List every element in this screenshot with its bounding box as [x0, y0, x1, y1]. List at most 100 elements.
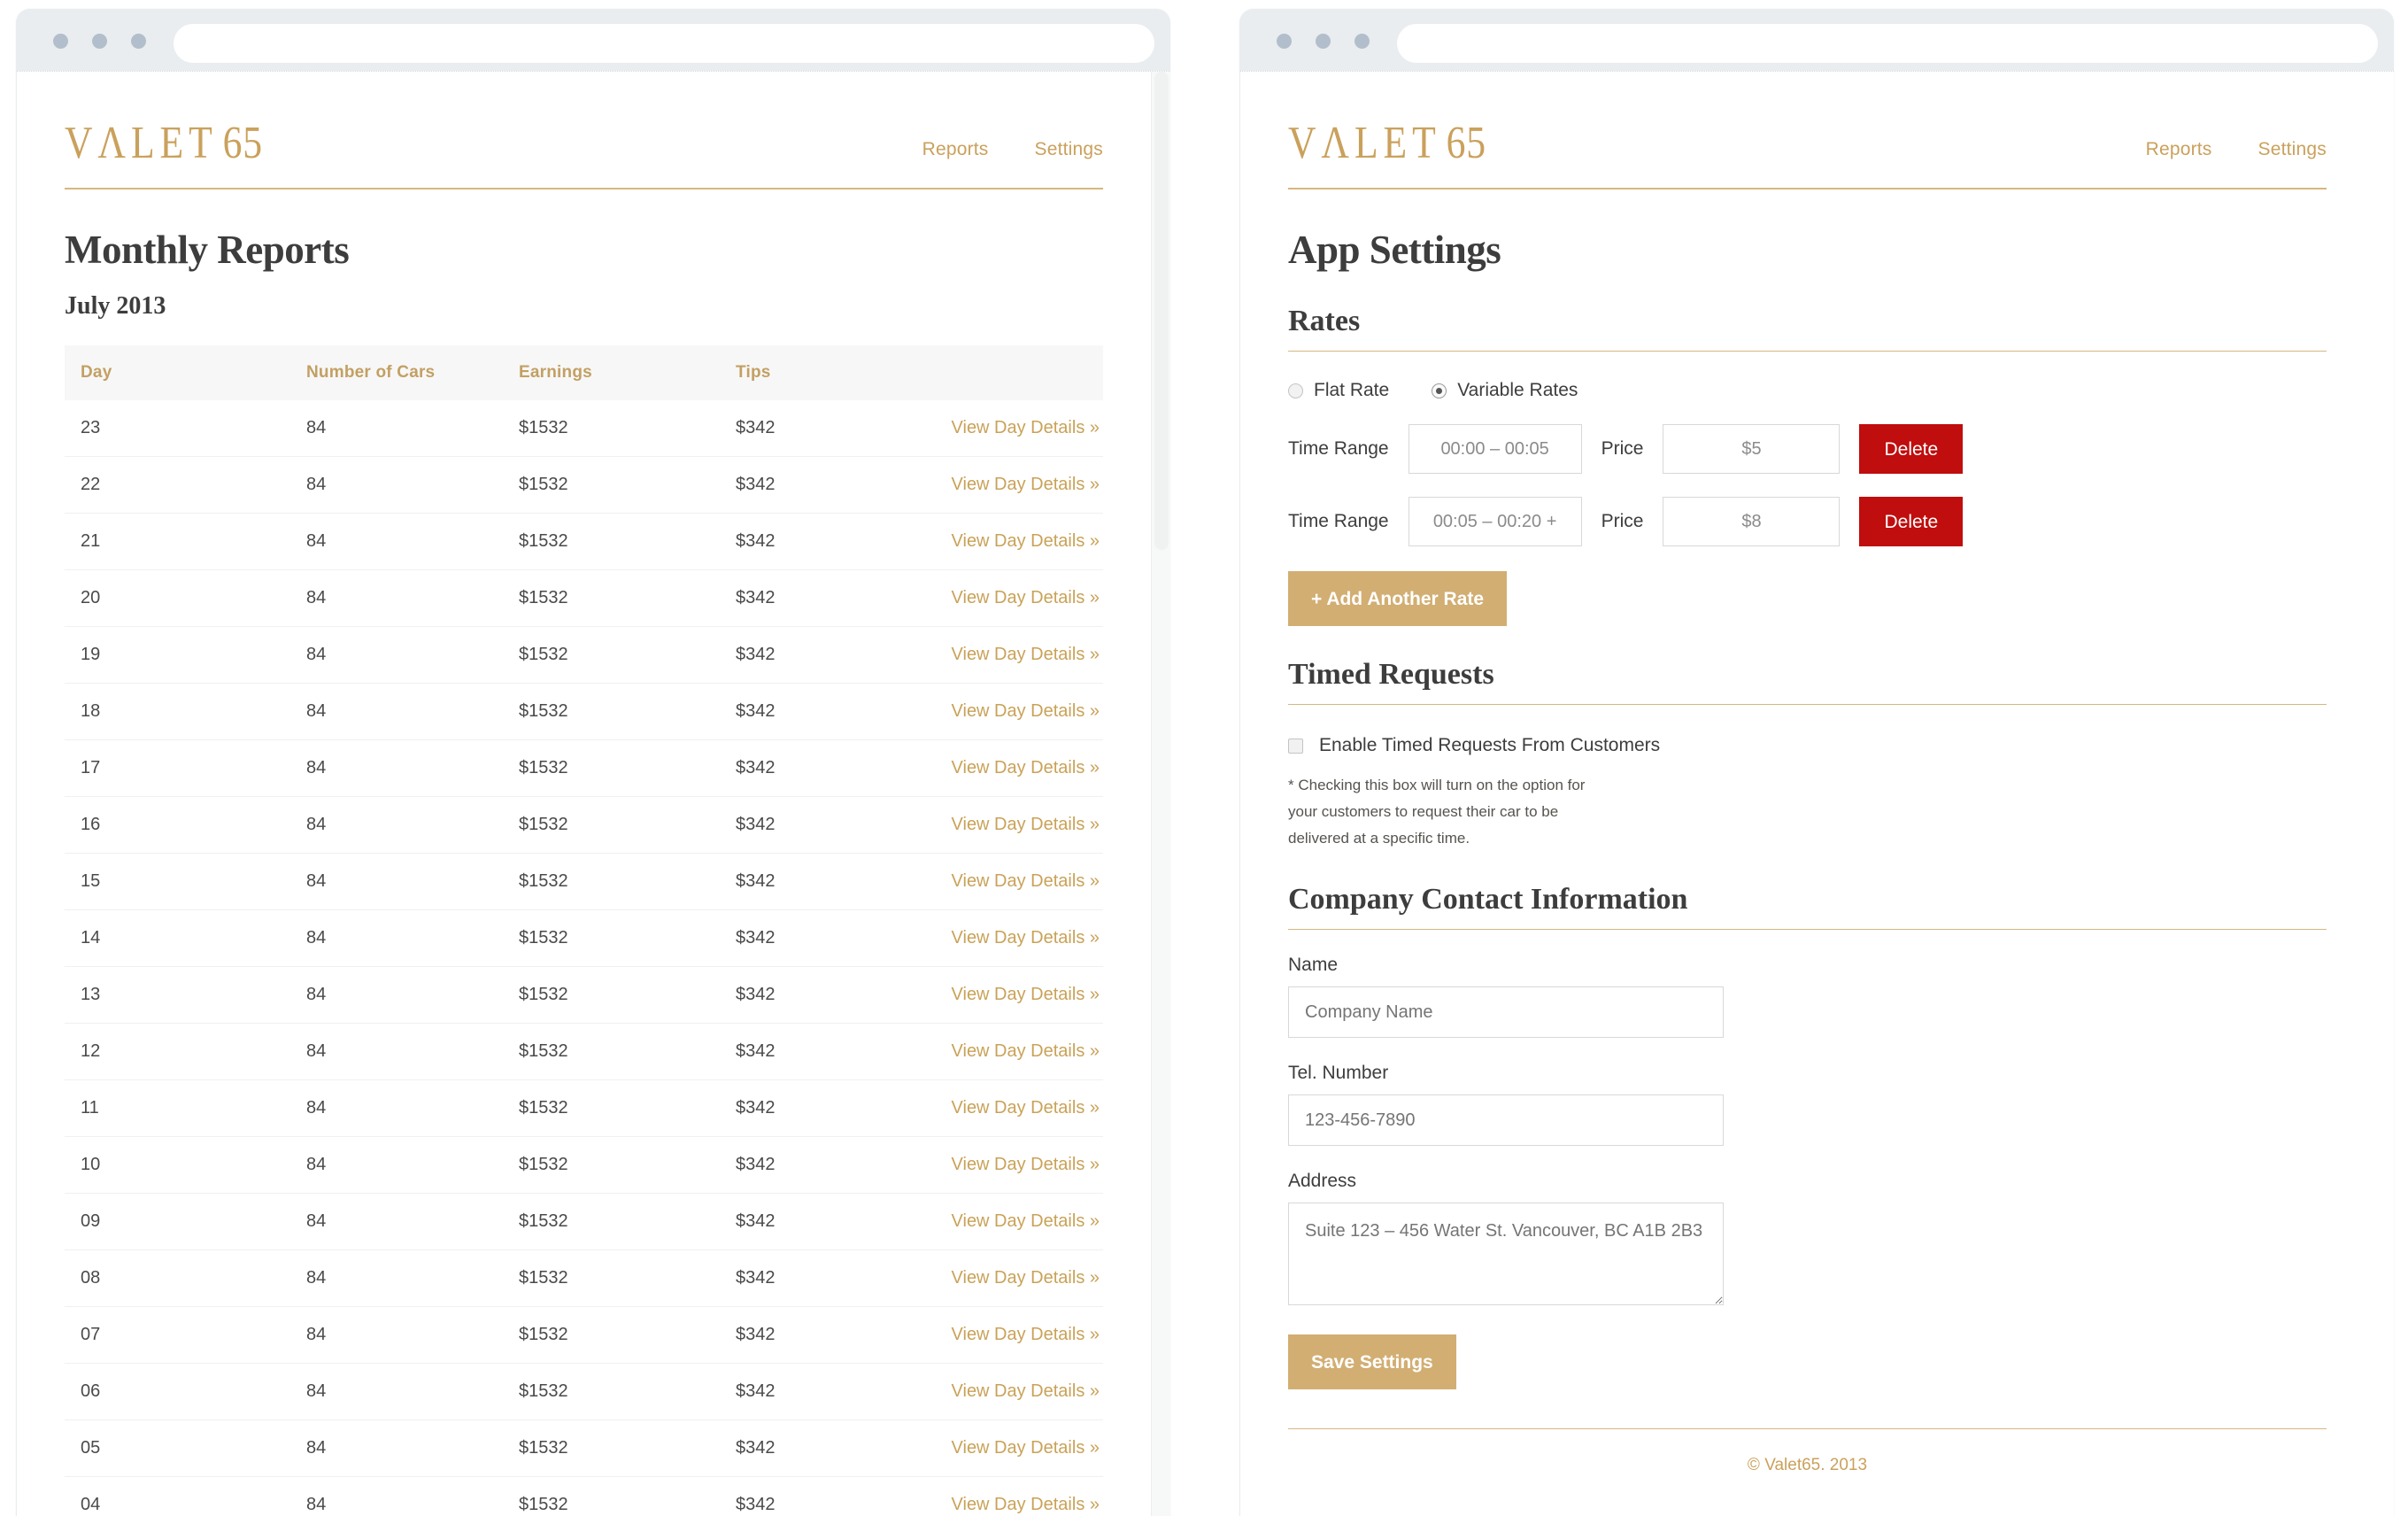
table-row: 12 84 $1532 $342 View Day Details »: [65, 1023, 1103, 1080]
address-bar-reports[interactable]: [174, 24, 1154, 63]
save-settings-button[interactable]: Save Settings: [1288, 1334, 1456, 1390]
view-day-details-link[interactable]: View Day Details »: [952, 758, 1100, 777]
nav-link-reports[interactable]: Reports: [922, 139, 989, 160]
delete-rate-button[interactable]: Delete: [1859, 497, 1964, 546]
column-header-tips[interactable]: Tips: [720, 345, 923, 400]
view-day-details-link[interactable]: View Day Details »: [952, 985, 1100, 1004]
view-day-details-link[interactable]: View Day Details »: [952, 871, 1100, 891]
view-day-details-link[interactable]: View Day Details »: [952, 1098, 1100, 1118]
view-day-details-link[interactable]: View Day Details »: [952, 701, 1100, 721]
maximize-dot-icon[interactable]: [131, 34, 146, 49]
view-day-details-link[interactable]: View Day Details »: [952, 1495, 1100, 1514]
nav-link-reports[interactable]: Reports: [2146, 139, 2212, 160]
view-day-details-link[interactable]: View Day Details »: [952, 588, 1100, 607]
price-label: Price: [1601, 438, 1644, 459]
view-day-details-link[interactable]: View Day Details »: [952, 815, 1100, 834]
address-bar-settings[interactable]: [1397, 24, 2378, 63]
view-day-details-link[interactable]: View Day Details »: [952, 475, 1100, 494]
cars-cell: 84: [290, 1193, 503, 1250]
actions-cell: View Day Details »: [923, 513, 1103, 570]
tips-cell: $342: [720, 1363, 923, 1420]
radio-flat-rate-icon[interactable]: [1288, 383, 1303, 398]
valet65-logo[interactable]: V Λ L E T 65: [65, 120, 263, 166]
minimize-dot-icon[interactable]: [92, 34, 107, 49]
tel-number-label: Tel. Number: [1288, 1063, 1389, 1084]
monthly-reports-table: Day Number of Cars Earnings Tips 23 84 $15…: [65, 345, 1103, 1516]
view-day-details-link[interactable]: View Day Details »: [952, 645, 1100, 664]
scrollbar-thumb[interactable]: [1154, 72, 1169, 550]
delete-rate-button[interactable]: Delete: [1859, 424, 1964, 474]
company-name-input[interactable]: [1288, 986, 1724, 1039]
view-day-details-link[interactable]: View Day Details »: [952, 418, 1100, 437]
day-cell: 15: [65, 853, 290, 910]
tips-cell: $342: [720, 513, 923, 570]
vertical-scrollbar-reports[interactable]: [1151, 72, 1170, 1516]
actions-cell: View Day Details »: [923, 853, 1103, 910]
earnings-cell: $1532: [503, 569, 720, 627]
earnings-cell: $1532: [503, 1193, 720, 1250]
field-address: Address: [1288, 1171, 2327, 1310]
tips-cell: $342: [720, 1023, 923, 1080]
site-header-reports: V Λ L E T 65 Reports Settings: [65, 72, 1103, 190]
view-day-details-link[interactable]: View Day Details »: [952, 1041, 1100, 1061]
actions-cell: View Day Details »: [923, 1023, 1103, 1080]
section-title-timed-requests: Timed Requests: [1288, 658, 2327, 705]
table-row: 20 84 $1532 $342 View Day Details »: [65, 569, 1103, 627]
earnings-cell: $1532: [503, 1476, 720, 1516]
price-input[interactable]: [1663, 424, 1841, 474]
radio-option-variable-rates[interactable]: Variable Rates: [1432, 380, 1578, 401]
tips-cell: $342: [720, 1476, 923, 1516]
rate-row: Time Range Price Delete: [1288, 424, 2327, 474]
close-dot-icon[interactable]: [53, 34, 68, 49]
table-row: 21 84 $1532 $342 View Day Details »: [65, 513, 1103, 570]
tel-number-input[interactable]: [1288, 1094, 1724, 1147]
price-label: Price: [1601, 511, 1644, 531]
view-day-details-link[interactable]: View Day Details »: [952, 1325, 1100, 1344]
time-range-input[interactable]: [1408, 497, 1582, 546]
table-row: 11 84 $1532 $342 View Day Details »: [65, 1079, 1103, 1137]
cars-cell: 84: [290, 1249, 503, 1307]
time-range-input[interactable]: [1408, 424, 1582, 474]
table-row: 13 84 $1532 $342 View Day Details »: [65, 966, 1103, 1024]
column-header-cars[interactable]: Number of Cars: [290, 345, 503, 400]
field-company-name: Name: [1288, 955, 2327, 1039]
enable-timed-requests-checkbox-icon[interactable]: [1288, 738, 1303, 754]
cars-cell: 84: [290, 1023, 503, 1080]
actions-cell: View Day Details »: [923, 400, 1103, 457]
minimize-dot-icon[interactable]: [1316, 34, 1331, 49]
actions-cell: View Day Details »: [923, 909, 1103, 967]
actions-cell: View Day Details »: [923, 1419, 1103, 1477]
add-another-rate-button[interactable]: + Add Another Rate: [1288, 571, 1508, 626]
view-day-details-link[interactable]: View Day Details »: [952, 531, 1100, 551]
earnings-cell: $1532: [503, 909, 720, 967]
cars-cell: 84: [290, 569, 503, 627]
table-body: 23 84 $1532 $342 View Day Details » 22 84 $1532…: [65, 400, 1103, 1516]
view-day-details-link[interactable]: View Day Details »: [952, 928, 1100, 948]
rate-mode-radio-group: Flat Rate Variable Rates: [1288, 380, 2327, 401]
valet65-logo[interactable]: V Λ L E T 65: [1288, 120, 1486, 166]
view-day-details-link[interactable]: View Day Details »: [952, 1211, 1100, 1231]
nav-link-settings[interactable]: Settings: [1035, 139, 1103, 160]
maximize-dot-icon[interactable]: [1354, 34, 1370, 49]
address-label: Address: [1288, 1171, 1357, 1192]
settings-page: V Λ L E T 65 Reports Settings App Settin…: [1240, 72, 2374, 1516]
column-header-day[interactable]: Day: [65, 345, 290, 400]
address-textarea[interactable]: [1288, 1203, 1724, 1306]
radio-variable-rates-icon[interactable]: [1432, 383, 1447, 398]
table-row: 06 84 $1532 $342 View Day Details »: [65, 1363, 1103, 1420]
price-input[interactable]: [1663, 497, 1841, 546]
view-day-details-link[interactable]: View Day Details »: [952, 1381, 1100, 1401]
table-row: 07 84 $1532 $342 View Day Details »: [65, 1306, 1103, 1364]
main-nav-settings: Reports Settings: [2146, 139, 2327, 166]
enable-timed-requests-row[interactable]: Enable Timed Requests From Customers: [1288, 735, 2327, 756]
view-day-details-link[interactable]: View Day Details »: [952, 1155, 1100, 1174]
view-day-details-link[interactable]: View Day Details »: [952, 1438, 1100, 1458]
column-header-earnings[interactable]: Earnings: [503, 345, 720, 400]
view-day-details-link[interactable]: View Day Details »: [952, 1268, 1100, 1288]
close-dot-icon[interactable]: [1277, 34, 1292, 49]
radio-option-flat-rate[interactable]: Flat Rate: [1288, 380, 1389, 401]
table-head: Day Number of Cars Earnings Tips: [65, 345, 1103, 400]
nav-link-settings[interactable]: Settings: [2258, 139, 2327, 160]
vertical-scrollbar-settings[interactable]: [2374, 72, 2394, 1516]
logo-letter-e: E: [159, 118, 189, 168]
